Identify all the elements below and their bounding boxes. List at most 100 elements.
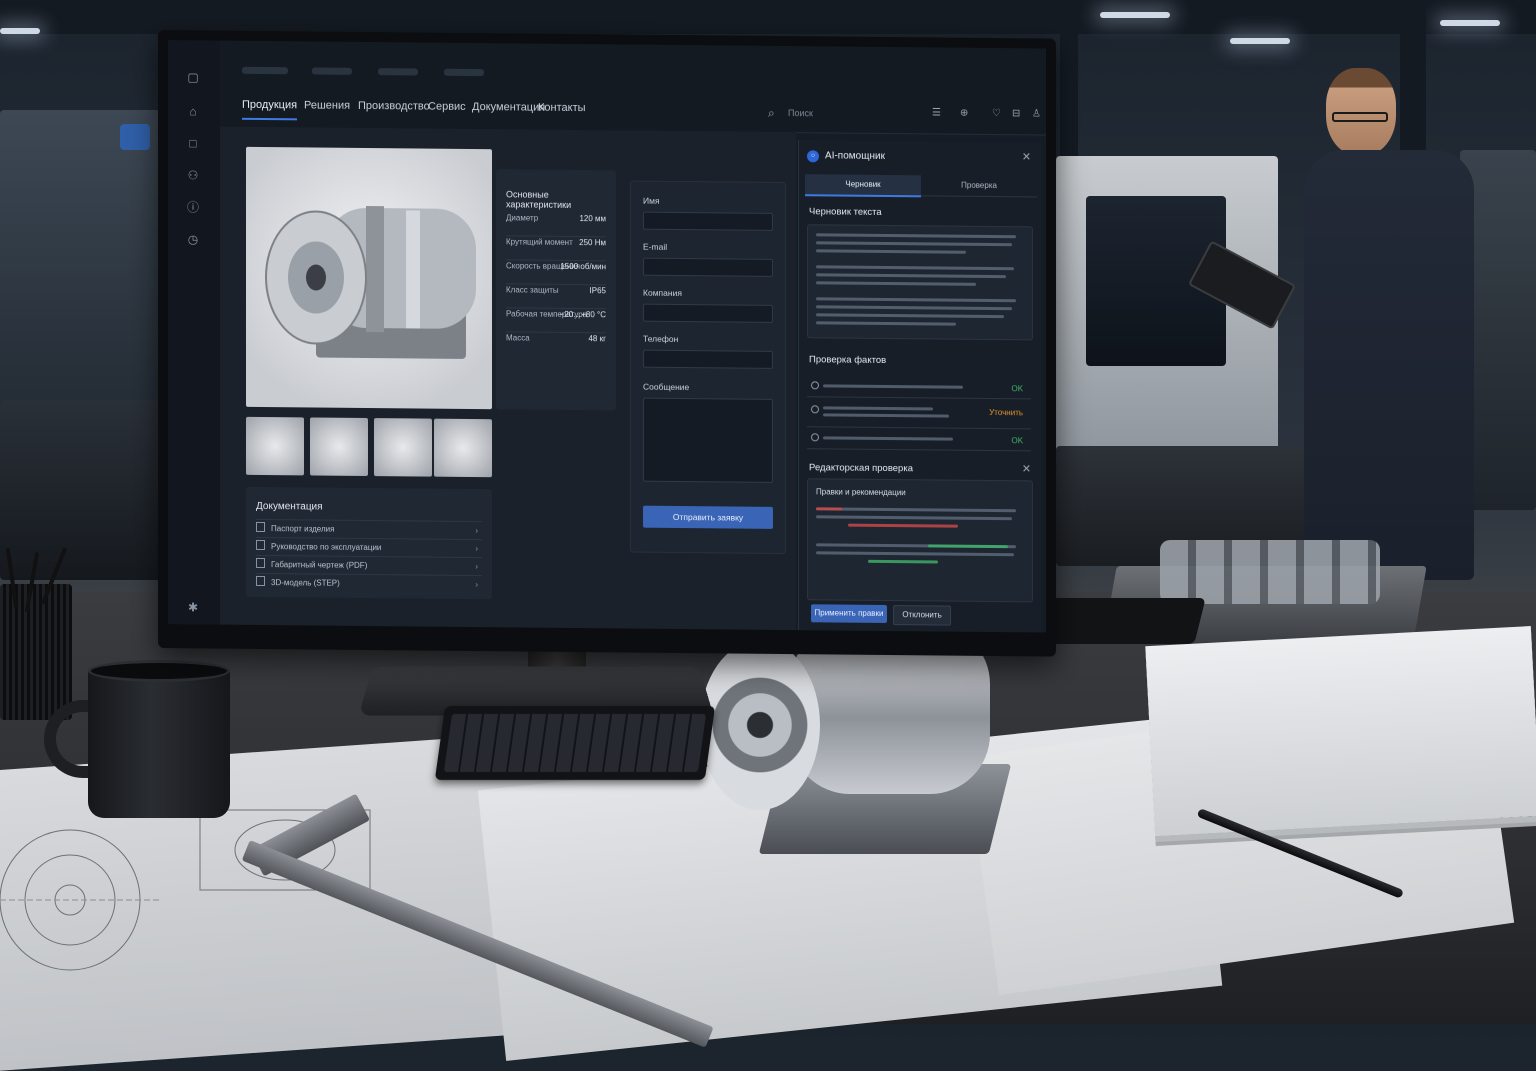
small-parts <box>1160 540 1380 604</box>
spec-value: 48 кг <box>588 334 606 344</box>
text-line <box>823 413 949 418</box>
spec-value: 250 Нм <box>579 238 606 248</box>
settings-icon[interactable]: ✱ <box>186 600 200 614</box>
doc-link-label: Габаритный чертеж (PDF) <box>271 560 368 571</box>
coffee-mug <box>88 668 230 818</box>
nav-production[interactable]: Производство <box>358 100 430 120</box>
search-input[interactable]: Поиск <box>788 108 813 118</box>
text-line-suggestion <box>868 559 938 564</box>
text-line <box>816 249 966 254</box>
ceiling-light <box>1100 12 1170 18</box>
spec-value: −20…+80 °C <box>559 309 606 320</box>
workbench-left <box>0 400 160 580</box>
phone-label: Телефон <box>643 333 679 344</box>
thumbnail[interactable] <box>310 417 368 477</box>
text-line <box>823 406 933 411</box>
nav-documentation[interactable]: Документация <box>472 101 545 121</box>
panel-icon[interactable]: ▢ <box>186 70 200 84</box>
info-icon[interactable]: ⓘ <box>186 200 200 214</box>
email-field[interactable] <box>643 257 773 277</box>
spec-value: IP65 <box>589 286 606 296</box>
home-icon[interactable]: ⌂ <box>186 104 200 118</box>
keyboard-keys <box>443 714 707 772</box>
product-image[interactable] <box>246 146 492 410</box>
nav-contacts[interactable]: Контакты <box>538 102 586 121</box>
nav-products[interactable]: Продукция <box>242 98 298 121</box>
phone-field[interactable] <box>643 349 773 369</box>
reject-button[interactable]: Отклонить <box>893 605 951 626</box>
users-icon[interactable]: ⚇ <box>186 168 200 182</box>
ai-assistant-panel: ○ AI-помощник ✕ Черновик Проверка Чернов… <box>798 140 1041 633</box>
chevron-right-icon: › <box>475 544 478 554</box>
user-icon[interactable]: ♙ <box>1032 108 1041 119</box>
ceiling-beam <box>0 0 1536 34</box>
documentation-card: Документация Паспорт изделия › Руководств… <box>246 486 492 600</box>
machine-left-panel <box>120 124 150 150</box>
name-field[interactable] <box>643 211 773 231</box>
monitor: ▢ ⌂ □ ⚇ ⓘ ◷ ✱ Продукция Решения Производ… <box>158 30 1056 657</box>
spec-row: Рабочая температура −20…+80 °C <box>506 309 606 334</box>
fact-status: OK <box>1011 436 1023 446</box>
ceiling-light <box>1230 38 1290 44</box>
side-rail: ▢ ⌂ □ ⚇ ⓘ ◷ ✱ <box>168 40 221 625</box>
fact-item[interactable]: OK <box>807 428 1031 452</box>
close-icon[interactable]: ✕ <box>1022 462 1031 475</box>
text-line <box>816 515 1012 521</box>
thumbnail[interactable] <box>246 416 304 476</box>
favorite-icon[interactable]: ♡ <box>992 108 1001 119</box>
search-icon[interactable]: ⌕ <box>768 106 775 121</box>
clock-icon[interactable]: ◷ <box>186 232 200 246</box>
text-line-correction <box>816 507 842 511</box>
message-field[interactable] <box>643 397 773 483</box>
spec-label: Крутящий момент <box>506 237 573 247</box>
render-shaft <box>306 264 326 291</box>
tab-check[interactable]: Проверка <box>921 175 1037 198</box>
text-line <box>816 241 1012 247</box>
part-flange <box>700 640 820 810</box>
file-icon <box>256 521 265 533</box>
request-form: Имя E-mail Компания Телефон Сообщение От… <box>630 180 786 555</box>
text-line <box>823 436 953 441</box>
documentation-title: Документация <box>256 500 323 513</box>
text-line <box>816 321 956 326</box>
fact-status: OK <box>1011 384 1023 394</box>
company-field[interactable] <box>643 303 773 323</box>
fact-item[interactable]: Уточнить <box>807 400 1031 430</box>
nav-solutions[interactable]: Решения <box>304 99 350 118</box>
draft-heading: Черновик текста <box>809 206 882 218</box>
nav-service[interactable]: Сервис <box>428 101 466 120</box>
square-icon[interactable]: □ <box>186 136 200 150</box>
spec-value: 1500 об/мин <box>560 261 606 272</box>
fact-item[interactable]: OK <box>807 376 1031 400</box>
render-ring <box>366 205 384 333</box>
cart-icon[interactable]: ⊟ <box>1012 108 1020 119</box>
file-icon <box>256 539 265 551</box>
machine-left <box>0 110 160 430</box>
specs-title: Основные характеристики <box>506 189 572 210</box>
editor-box: Правки и рекомендации <box>807 478 1033 603</box>
editor-heading: Редакторская проверка <box>809 462 913 475</box>
ceiling-light <box>0 28 40 34</box>
close-icon[interactable]: ✕ <box>1022 150 1031 163</box>
engineer-body <box>1304 150 1474 580</box>
gearbox-render <box>265 205 476 359</box>
thumbnail[interactable] <box>434 418 492 478</box>
tab-draft[interactable]: Черновик <box>805 174 921 198</box>
zoom-icon[interactable]: ⊕ <box>960 108 968 119</box>
chevron-right-icon: › <box>475 526 478 536</box>
product-content: Основные характеристики Диаметр 120 мм Кр… <box>220 126 796 631</box>
spec-label: Масса <box>506 333 530 343</box>
file-icon <box>256 575 265 587</box>
text-line <box>816 281 976 286</box>
text-line <box>816 233 1016 239</box>
specs-card: Основные характеристики Диаметр 120 мм Кр… <box>496 169 616 411</box>
menu-icon[interactable]: ☰ <box>932 107 941 118</box>
placeholder-bar <box>444 68 484 77</box>
name-label: Имя <box>643 195 660 206</box>
text-line <box>816 297 1016 303</box>
text-line <box>816 265 1014 271</box>
doc-link[interactable]: 3D-модель (STEP) › <box>256 572 482 595</box>
thumbnail[interactable] <box>374 418 432 477</box>
apply-button[interactable]: Применить правки <box>811 604 887 623</box>
submit-button[interactable]: Отправить заявку <box>643 505 773 529</box>
